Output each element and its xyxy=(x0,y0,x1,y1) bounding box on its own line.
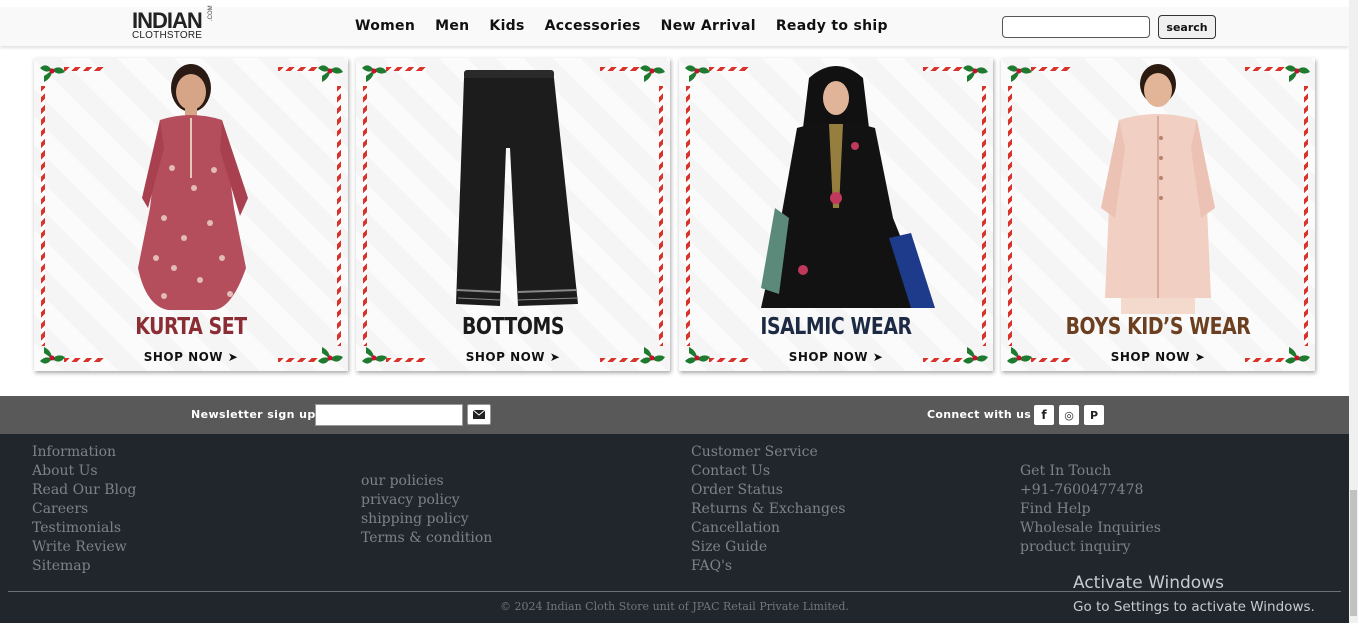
boys-kids-wear-image xyxy=(1101,64,1215,314)
logo-text-com: .COM xyxy=(208,5,214,21)
activate-windows-title: Activate Windows xyxy=(1073,573,1224,593)
footer-phone[interactable]: +91-7600477478 xyxy=(1020,481,1161,500)
footer-heading: Information xyxy=(32,444,117,460)
footer-col-policies: our policies privacy policy shipping pol… xyxy=(361,472,492,548)
pinterest-icon[interactable]: P xyxy=(1084,405,1104,425)
kurta-set-image xyxy=(138,64,248,310)
footer-link[interactable]: Order Status xyxy=(691,481,846,500)
nav-ready-to-ship[interactable]: Ready to ship xyxy=(776,18,888,34)
footer-link[interactable]: Wholesale Inquiries xyxy=(1020,519,1161,538)
newsletter-label: Newsletter sign up xyxy=(191,408,316,421)
main-nav: Women Men Kids Accessories New Arrival R… xyxy=(355,18,888,34)
facebook-icon[interactable]: f xyxy=(1034,405,1054,425)
newsletter-bar: Newsletter sign up Connect with us f ◎ P xyxy=(0,396,1349,434)
footer-link[interactable]: shipping policy xyxy=(361,510,492,529)
footer-link[interactable]: Find Help xyxy=(1020,500,1161,519)
site-header: INDIAN CLOTHSTORE .COM Women Men Kids Ac… xyxy=(0,0,1349,46)
card-title: BOYS KID’S WEAR xyxy=(1065,314,1251,340)
footer-link[interactable]: Sitemap xyxy=(32,557,136,576)
scrollbar-thumb[interactable] xyxy=(1350,490,1357,616)
islamic-wear-image xyxy=(761,66,935,308)
nav-new-arrival[interactable]: New Arrival xyxy=(661,18,756,34)
footer-link[interactable]: FAQ's xyxy=(691,557,846,576)
category-cards: KURTA SET SHOP NOW ➤ BOTTOMS SHOP NOW ➤ xyxy=(0,50,1349,380)
footer-link[interactable]: product inquiry xyxy=(1020,538,1161,557)
site-logo[interactable]: INDIAN CLOTHSTORE .COM xyxy=(132,5,216,41)
site-footer: Information About Us Read Our Blog Caree… xyxy=(0,434,1349,623)
category-card-bottoms[interactable]: BOTTOMS SHOP NOW ➤ xyxy=(356,58,670,371)
envelope-icon xyxy=(473,410,485,419)
search-input[interactable] xyxy=(1002,16,1150,38)
nav-kids[interactable]: Kids xyxy=(489,18,524,34)
page-scrollbar[interactable] xyxy=(1349,0,1358,623)
footer-heading: our policies xyxy=(361,473,444,489)
footer-heading: Get In Touch xyxy=(1020,463,1112,479)
connect-label: Connect with us xyxy=(927,408,1032,421)
activate-windows-watermark: Activate Windows Go to Settings to activ… xyxy=(1073,573,1315,615)
category-card-kurta-set[interactable]: KURTA SET SHOP NOW ➤ xyxy=(34,58,348,371)
category-card-boys-kids-wear[interactable]: BOYS KID’S WEAR SHOP NOW ➤ xyxy=(1001,58,1315,371)
shop-now-link[interactable]: SHOP NOW ➤ xyxy=(679,350,993,364)
footer-col-information: Information About Us Read Our Blog Caree… xyxy=(32,443,136,576)
footer-link[interactable]: Terms & condition xyxy=(361,529,492,548)
footer-link[interactable]: Write Review xyxy=(32,538,136,557)
footer-link[interactable]: privacy policy xyxy=(361,491,492,510)
footer-col-customer-service: Customer Service Contact Us Order Status… xyxy=(691,443,846,576)
nav-accessories[interactable]: Accessories xyxy=(545,18,641,34)
nav-men[interactable]: Men xyxy=(435,18,469,34)
logo-text-top: INDIAN xyxy=(132,8,203,33)
card-title: KURTA SET xyxy=(135,314,247,340)
footer-heading: Customer Service xyxy=(691,444,818,460)
shop-now-link[interactable]: SHOP NOW ➤ xyxy=(34,350,348,364)
footer-link[interactable]: Returns & Exchanges xyxy=(691,500,846,519)
shop-now-link[interactable]: SHOP NOW ➤ xyxy=(356,350,670,364)
category-card-islamic-wear[interactable]: ISALMIC WEAR SHOP NOW ➤ xyxy=(679,58,993,371)
card-title: ISALMIC WEAR xyxy=(760,314,912,340)
bottoms-image xyxy=(455,70,579,306)
card-title: BOTTOMS xyxy=(461,314,565,340)
newsletter-submit-button[interactable] xyxy=(467,404,491,425)
search-button[interactable]: search xyxy=(1158,15,1216,39)
footer-link[interactable]: About Us xyxy=(32,462,136,481)
footer-link[interactable]: Testimonials xyxy=(32,519,136,538)
footer-link[interactable]: Cancellation xyxy=(691,519,846,538)
newsletter-email-input[interactable] xyxy=(315,404,463,426)
logo-text-bottom: CLOTHSTORE xyxy=(132,30,203,41)
footer-link[interactable]: Careers xyxy=(32,500,136,519)
nav-women[interactable]: Women xyxy=(355,18,415,34)
instagram-icon[interactable]: ◎ xyxy=(1059,405,1079,425)
footer-col-get-in-touch: Get In Touch +91-7600477478 Find Help Wh… xyxy=(1020,462,1161,557)
shop-now-link[interactable]: SHOP NOW ➤ xyxy=(1001,350,1315,364)
footer-link[interactable]: Size Guide xyxy=(691,538,846,557)
footer-link[interactable]: Read Our Blog xyxy=(32,481,136,500)
footer-link[interactable]: Contact Us xyxy=(691,462,846,481)
activate-windows-subtitle: Go to Settings to activate Windows. xyxy=(1073,599,1315,615)
